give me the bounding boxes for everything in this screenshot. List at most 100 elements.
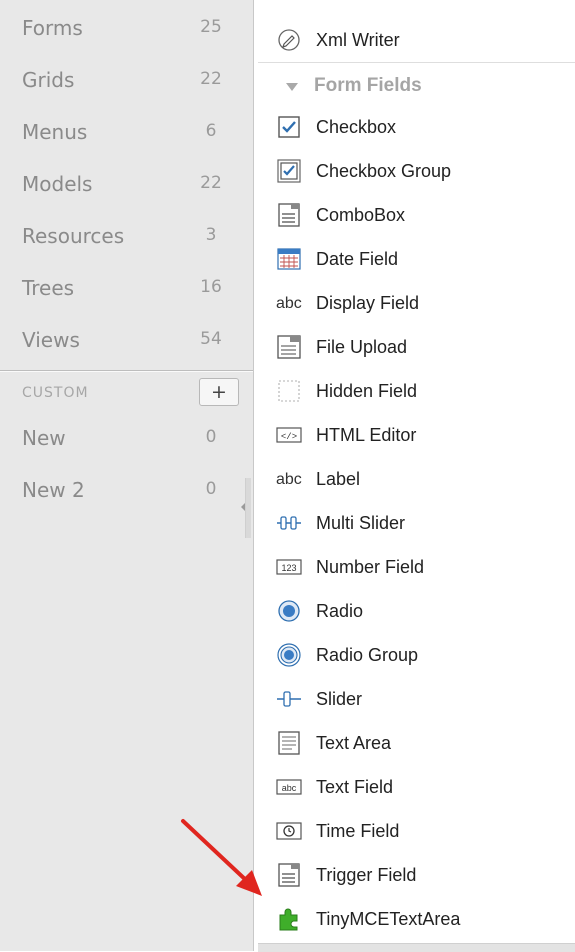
svg-text:123: 123: [281, 563, 296, 573]
sidebar-item-grids[interactable]: Grids 22: [0, 58, 253, 110]
toolbox-item-text-area[interactable]: Text Area: [258, 721, 575, 765]
toolbox-item-label[interactable]: abc Label: [258, 457, 575, 501]
toolbox-item-xml-writer[interactable]: Xml Writer: [258, 18, 575, 62]
sidebar-item-resources[interactable]: Resources 3: [0, 214, 253, 266]
sidebar-item-menus[interactable]: Menus 6: [0, 110, 253, 162]
group-header-label: Form Fields: [314, 75, 422, 96]
checkbox-icon: [278, 116, 300, 138]
abc-text-icon: abc: [276, 295, 302, 312]
toolbox-item-label: Xml Writer: [316, 30, 400, 50]
sidebar-item-new[interactable]: New 0: [0, 416, 253, 468]
xml-writer-icon: [278, 29, 300, 51]
sidebar-item-views[interactable]: Views 54: [0, 318, 253, 370]
splitter-handle: [245, 478, 251, 538]
toolbox-item-display-field[interactable]: abc Display Field: [258, 281, 575, 325]
combobox-icon: [278, 203, 300, 227]
sidebar-item-count: 6: [205, 121, 217, 141]
toolbox-item-radio-group[interactable]: Radio Group: [258, 633, 575, 677]
toolbox-item-number-field[interactable]: 123 Number Field: [258, 545, 575, 589]
html-editor-icon: </>: [276, 427, 302, 443]
sidebar-item-label: Trees: [22, 276, 75, 300]
sidebar-item-label: Models: [22, 172, 93, 196]
toolbox-item-label: Trigger Field: [316, 865, 417, 885]
toolbox-item-radio[interactable]: Radio: [258, 589, 575, 633]
toolbox-item-label: Time Field: [316, 821, 400, 841]
checkbox-group-icon: [277, 159, 301, 183]
toolbox-item-label: Number Field: [316, 557, 425, 577]
toolbox-item-checkbox-group[interactable]: Checkbox Group: [258, 149, 575, 193]
toolbox-item-checkbox[interactable]: Checkbox: [258, 105, 575, 149]
toolbox-item-hidden-field[interactable]: Hidden Field: [258, 369, 575, 413]
clock-icon: [276, 822, 302, 840]
sidebar-item-forms[interactable]: Forms 25: [0, 6, 253, 58]
toolbox-item-label: Checkbox: [316, 117, 397, 137]
toolbox-item-label: File Upload: [316, 337, 408, 357]
radio-group-icon: [277, 643, 301, 667]
text-area-icon: [278, 731, 300, 755]
collapse-left-icon: [241, 503, 245, 511]
calendar-icon: [277, 248, 301, 270]
add-custom-button[interactable]: +: [199, 378, 239, 406]
sidebar-item-count: 54: [200, 329, 222, 349]
sidebar-divider: [0, 370, 253, 372]
sidebar-item-label: Menus: [22, 120, 88, 144]
toolbox-item-html-editor[interactable]: </> HTML Editor: [258, 413, 575, 457]
toolbox-item-label: Multi Slider: [316, 513, 406, 533]
toolbox-item-label: Radio: [316, 601, 364, 621]
svg-text:</>: </>: [281, 432, 297, 442]
toolbox-item-multi-slider[interactable]: Multi Slider: [258, 501, 575, 545]
left-sidebar: Forms 25 Grids 22 Menus 6 Models 22 Reso…: [0, 0, 254, 951]
slider-icon: [277, 691, 301, 707]
radio-icon: [278, 600, 300, 622]
toolbox-item-time-field[interactable]: Time Field: [258, 809, 575, 853]
toolbox-item-label: Checkbox Group: [316, 161, 452, 181]
toolbox-item-label: Hidden Field: [316, 381, 418, 401]
toolbox-item-text-field[interactable]: abc Text Field: [258, 765, 575, 809]
svg-text:abc: abc: [282, 783, 297, 793]
collapse-splitter[interactable]: [241, 478, 251, 538]
toolbox-item-slider[interactable]: Slider: [258, 677, 575, 721]
sidebar-item-count: 22: [200, 173, 222, 193]
toolbox-item-tinymce-textarea[interactable]: TinyMCETextArea: [258, 897, 575, 941]
sidebar-item-label: Grids: [22, 68, 75, 92]
sidebar-item-new-2[interactable]: New 2 0: [0, 468, 253, 520]
toolbox-item-label: TinyMCETextArea: [316, 909, 461, 929]
toolbox-item-combobox[interactable]: ComboBox: [258, 193, 575, 237]
collapse-triangle-icon: [286, 83, 298, 91]
sidebar-item-trees[interactable]: Trees 16: [0, 266, 253, 318]
custom-section-header: CUSTOM: [22, 385, 89, 401]
sidebar-item-count: 25: [200, 17, 222, 37]
toolbox-item-label: Label: [316, 469, 361, 489]
toolbox-item-label: Text Field: [316, 777, 394, 797]
sidebar-item-count: 16: [200, 277, 222, 297]
sidebar-item-count: 0: [205, 479, 217, 499]
toolbox-list: Xml Writer Form Fields Checkbox Checkbox…: [258, 0, 575, 951]
sidebar-item-label: Views: [22, 328, 80, 352]
puzzle-plugin-icon: [279, 908, 298, 931]
toolbox-item-label: Date Field: [316, 249, 399, 269]
sidebar-item-label: New: [22, 426, 66, 450]
toolbox-item-label: HTML Editor: [316, 425, 417, 445]
toolbox-item-label: ComboBox: [316, 205, 406, 225]
multi-slider-icon: [277, 516, 301, 530]
file-upload-icon: [277, 335, 301, 359]
number-field-icon: 123: [276, 559, 302, 575]
trigger-field-icon: [278, 863, 300, 887]
toolbox-panel: Xml Writer Form Fields Checkbox Checkbox…: [258, 0, 575, 952]
toolbox-item-trigger-field[interactable]: Trigger Field: [258, 853, 575, 897]
toolbox-item-label: Radio Group: [316, 645, 419, 665]
toolbox-item-file-upload[interactable]: File Upload: [258, 325, 575, 369]
sidebar-item-label: Forms: [22, 16, 83, 40]
form-fields-group-header[interactable]: Form Fields: [258, 62, 575, 109]
text-field-icon: abc: [276, 779, 302, 795]
abc-text-icon: abc: [276, 471, 302, 488]
sidebar-item-count: 0: [205, 427, 217, 447]
toolbox-item-label: Text Area: [316, 733, 392, 753]
toolbox-item-label: Slider: [316, 689, 363, 709]
toolbox-item-date-field[interactable]: Date Field: [258, 237, 575, 281]
sidebar-item-models[interactable]: Models 22: [0, 162, 253, 214]
toolbox-item-label: Display Field: [316, 293, 420, 313]
sidebar-item-count: 3: [205, 225, 217, 245]
sidebar-item-label: New 2: [22, 478, 85, 502]
sidebar-item-count: 22: [200, 69, 222, 89]
